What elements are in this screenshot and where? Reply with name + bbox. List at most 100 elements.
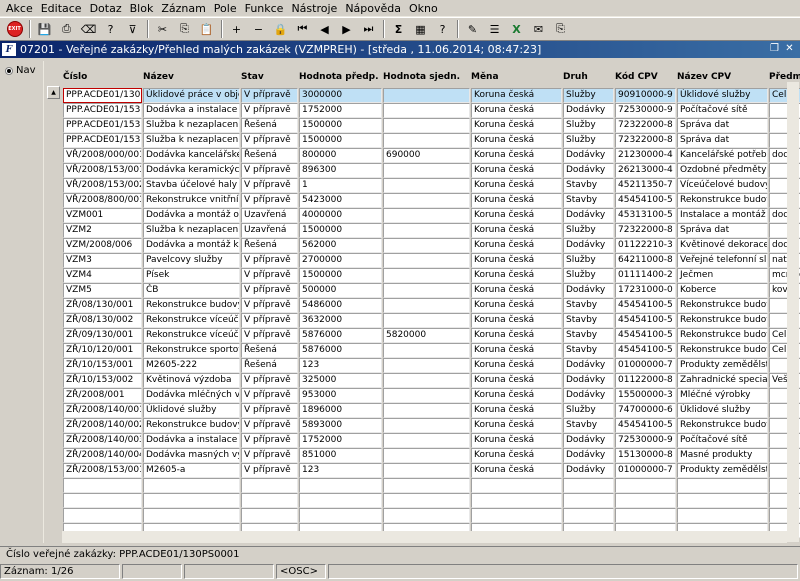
table-cell[interactable]: ZŘ/2008/140/003 bbox=[63, 433, 142, 448]
table-cell[interactable]: Stavby bbox=[563, 418, 614, 433]
table-cell[interactable]: Dodávky bbox=[563, 463, 614, 478]
edit-button[interactable]: ✎ bbox=[462, 19, 483, 39]
table-cell[interactable]: Rekonstrukce budov bbox=[677, 298, 768, 313]
table-cell[interactable]: V přípravě bbox=[241, 373, 298, 388]
table-cell[interactable]: 72322000-8 bbox=[615, 118, 676, 133]
table-cell[interactable] bbox=[615, 493, 676, 508]
table-cell[interactable]: Dodávky bbox=[563, 373, 614, 388]
next-record-button[interactable]: ▶ bbox=[336, 19, 357, 39]
attachment-button[interactable]: ⎘ bbox=[550, 19, 571, 39]
table-cell[interactable]: Dodávka keramických oz bbox=[143, 163, 240, 178]
excel-button[interactable]: X bbox=[506, 19, 527, 39]
table-cell[interactable] bbox=[143, 493, 240, 508]
table-row[interactable]: ZŘ/2008/140/004Dodávka masných výrobV př… bbox=[63, 448, 800, 463]
menu-item-3[interactable]: Blok bbox=[126, 1, 158, 16]
table-cell[interactable]: PPP.ACDE01/153PS bbox=[63, 133, 142, 148]
table-cell[interactable]: VZM5 bbox=[63, 283, 142, 298]
table-cell[interactable]: Koruna česká bbox=[471, 163, 562, 178]
table-cell[interactable] bbox=[383, 298, 470, 313]
table-cell[interactable]: ZŘ/2008/153/001 bbox=[63, 463, 142, 478]
last-record-button[interactable]: ⏭ bbox=[358, 19, 379, 39]
table-cell[interactable]: V přípravě bbox=[241, 403, 298, 418]
table-cell[interactable]: Rekonstrukce budov bbox=[677, 328, 768, 343]
table-cell[interactable] bbox=[563, 478, 614, 493]
nav-radio-button[interactable]: Nav bbox=[2, 61, 43, 80]
table-cell[interactable]: Úklidové práce v objektu bbox=[143, 88, 240, 103]
table-cell[interactable]: 72530000-9 bbox=[615, 103, 676, 118]
table-cell[interactable] bbox=[143, 478, 240, 493]
table-cell[interactable]: 15500000-3 bbox=[615, 388, 676, 403]
table-cell[interactable]: Rekonstrukce víceúčelov bbox=[143, 328, 240, 343]
table-cell[interactable]: VZM4 bbox=[63, 268, 142, 283]
table-cell[interactable]: 123 bbox=[299, 358, 382, 373]
table-row[interactable]: VZM2 Služba k nezaplacení Uzavřená 1500000 K… bbox=[63, 223, 800, 238]
table-cell[interactable]: ZŘ/2008/001 bbox=[63, 388, 142, 403]
table-cell[interactable]: Koruna česká bbox=[471, 283, 562, 298]
table-cell[interactable]: Stavba účelové haly bbox=[143, 178, 240, 193]
table-cell[interactable]: V přípravě bbox=[241, 178, 298, 193]
table-cell[interactable]: 21230000-4 bbox=[615, 148, 676, 163]
table-cell[interactable]: 45313100-5 bbox=[615, 208, 676, 223]
table-cell[interactable]: VŘ/2008/000/001 bbox=[63, 148, 142, 163]
table-cell[interactable]: VŘ/2008/153/002 bbox=[63, 178, 142, 193]
table-cell[interactable]: 1752000 bbox=[299, 433, 382, 448]
table-row[interactable]: VŘ/2008/800/001Rekonstrukce vnitřních pi… bbox=[63, 193, 800, 208]
column-header-8[interactable]: Název CPV bbox=[677, 72, 731, 82]
table-cell[interactable]: Produkty zemědělství, r bbox=[677, 463, 768, 478]
first-record-button[interactable]: ⏮ bbox=[292, 19, 313, 39]
table-cell[interactable]: Dodávka a montáž květin bbox=[143, 238, 240, 253]
table-cell[interactable]: 953000 bbox=[299, 388, 382, 403]
table-cell[interactable]: Dodávka a instalace počí bbox=[143, 103, 240, 118]
table-cell[interactable]: V přípravě bbox=[241, 328, 298, 343]
table-cell[interactable]: ZŘ/08/130/002 bbox=[63, 313, 142, 328]
table-cell[interactable]: V přípravě bbox=[241, 388, 298, 403]
column-header-5[interactable]: Měna bbox=[471, 72, 499, 82]
column-header-4[interactable]: Hodnota sjedn. bbox=[383, 72, 460, 82]
table-cell[interactable]: 500000 bbox=[299, 283, 382, 298]
table-cell[interactable]: ZŘ/2008/140/004 bbox=[63, 448, 142, 463]
table-cell[interactable] bbox=[677, 508, 768, 523]
table-cell[interactable]: Koruna česká bbox=[471, 373, 562, 388]
menu-item-4[interactable]: Záznam bbox=[157, 1, 209, 16]
table-cell[interactable]: 3632000 bbox=[299, 313, 382, 328]
table-row[interactable]: ZŘ/09/130/001Rekonstrukce víceúčelovV př… bbox=[63, 328, 800, 343]
table-cell[interactable]: 1500000 bbox=[299, 268, 382, 283]
table-cell[interactable]: Květinové dekorace bbox=[677, 238, 768, 253]
table-row[interactable]: PPP.ACDE01/153PSSlužba k nezaplacení BBI… bbox=[63, 133, 800, 148]
table-cell[interactable]: Rekonstrukce budov bbox=[677, 343, 768, 358]
table-cell[interactable] bbox=[383, 88, 470, 103]
clear-button[interactable]: ⌫ bbox=[78, 19, 99, 39]
table-cell[interactable]: V přípravě bbox=[241, 103, 298, 118]
table-cell[interactable]: 01122210-3 bbox=[615, 238, 676, 253]
table-cell[interactable]: Koruna česká bbox=[471, 238, 562, 253]
table-cell[interactable]: Ječmen bbox=[677, 268, 768, 283]
menu-item-7[interactable]: Nástroje bbox=[287, 1, 341, 16]
table-row[interactable]: ZŘ/2008/140/002Rekonstrukce budovy veV p… bbox=[63, 418, 800, 433]
table-cell[interactable] bbox=[563, 508, 614, 523]
table-cell[interactable] bbox=[63, 493, 142, 508]
table-cell[interactable] bbox=[383, 403, 470, 418]
table-cell[interactable]: Koruna česká bbox=[471, 313, 562, 328]
table-cell[interactable] bbox=[615, 478, 676, 493]
table-cell[interactable]: Květinová výzdoba bbox=[143, 373, 240, 388]
table-cell[interactable]: Koruna česká bbox=[471, 358, 562, 373]
table-cell[interactable] bbox=[383, 343, 470, 358]
table-cell[interactable]: Koruna česká bbox=[471, 133, 562, 148]
insert-record-button[interactable]: + bbox=[226, 19, 247, 39]
table-cell[interactable]: Stavby bbox=[563, 328, 614, 343]
table-cell[interactable]: Řešená bbox=[241, 238, 298, 253]
table-cell[interactable]: Stavby bbox=[563, 298, 614, 313]
table-cell[interactable]: Rekonstrukce vnitřních pi bbox=[143, 193, 240, 208]
close-window-button[interactable]: ✕ bbox=[783, 42, 796, 55]
table-cell[interactable] bbox=[383, 103, 470, 118]
table-cell[interactable]: Koruna česká bbox=[471, 268, 562, 283]
table-cell[interactable]: Koruna česká bbox=[471, 298, 562, 313]
table-cell[interactable]: 15130000-8 bbox=[615, 448, 676, 463]
table-cell[interactable] bbox=[383, 118, 470, 133]
table-cell[interactable]: 5893000 bbox=[299, 418, 382, 433]
table-cell[interactable] bbox=[241, 508, 298, 523]
table-cell[interactable]: 72322000-8 bbox=[615, 133, 676, 148]
table-cell[interactable]: 5486000 bbox=[299, 298, 382, 313]
table-cell[interactable]: Rekonstrukce budovy ve bbox=[143, 298, 240, 313]
cut-button[interactable]: ✂ bbox=[152, 19, 173, 39]
